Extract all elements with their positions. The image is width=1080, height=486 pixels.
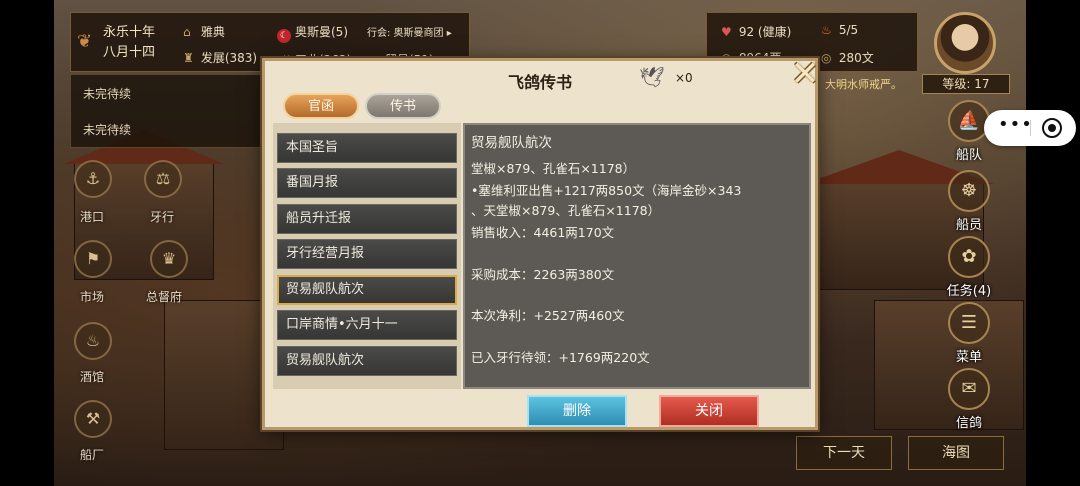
nation-info[interactable]: ☾ 奥斯曼(5) xyxy=(277,23,348,43)
tavern-icon[interactable]: ♨ xyxy=(74,322,112,360)
copper-info: ◎ 280文 xyxy=(821,49,874,66)
crew-button[interactable]: ☸ 船员 xyxy=(944,170,994,233)
copper-value: 280文 xyxy=(838,51,874,65)
message-line: 堂椒×879、孔雀石×1178） xyxy=(471,161,636,176)
close-icon[interactable]: ✕ xyxy=(785,55,825,95)
guild-name: 行会: 奥斯曼商团 xyxy=(367,28,444,39)
pigeon-count: ×0 xyxy=(675,71,693,85)
news-ticker: ，大明水师戒严。 xyxy=(814,78,902,91)
tasks-button[interactable]: ✿ 任务(4) xyxy=(944,236,994,299)
quest-panel: 未完待续 未完待续 xyxy=(70,74,264,148)
pigeon-mail-dialog: 飞鸽传书 🕊 ×0 ✕ 官函 传书 本国圣旨 番国月报 船员升迁报 牙行经营月报… xyxy=(262,55,819,430)
list-item-selected[interactable]: 贸易舰队航次 xyxy=(277,275,457,305)
game-date: 永乐十年 八月十四 xyxy=(103,23,155,63)
bag-icon: ♜ xyxy=(183,51,194,65)
dialog-title: 飞鸽传书 xyxy=(507,73,572,92)
tab-messages[interactable]: 传书 xyxy=(365,93,441,119)
list-item[interactable]: 口岸商情•六月十一 xyxy=(277,310,457,340)
right-letterbox xyxy=(1026,0,1080,486)
nation-name: 奥斯曼(5) xyxy=(295,25,348,39)
message-line: 、天堂椒×879、孔雀石×1178） xyxy=(471,203,661,218)
scale-icon[interactable]: ⚖ xyxy=(144,160,182,198)
flame-icon: ♨ xyxy=(821,23,832,37)
crew-label: 船员 xyxy=(955,218,982,233)
governor-icon[interactable]: ♛ xyxy=(150,240,188,278)
menu-button[interactable]: ☰ 菜单 xyxy=(944,302,994,365)
menu-icon: ☰ xyxy=(948,302,990,344)
ship-count-value: 5/5 xyxy=(838,23,859,37)
miniprogram-capsule: ••• xyxy=(984,110,1076,146)
quest-item[interactable]: 未完待续 xyxy=(83,121,131,138)
pigeon-icon: ✉ xyxy=(948,368,990,410)
crew-icon: ☸ xyxy=(948,170,990,212)
chevron-right-icon: ▸ xyxy=(446,28,452,39)
maple-leaf-icon: ❦ xyxy=(77,31,93,52)
nav-tavern[interactable]: 酒馆 xyxy=(80,368,104,385)
tasks-icon: ✿ xyxy=(948,236,990,278)
nav-shipyard[interactable]: 船厂 xyxy=(80,446,104,463)
guild-info[interactable]: 行会: 奥斯曼商团 ▸ xyxy=(367,24,452,39)
city-info[interactable]: ⌂ 雅典 xyxy=(183,23,225,40)
pigeon-label: 信鸽 xyxy=(955,416,982,431)
message-heading: 贸易舰队航次 xyxy=(471,135,552,151)
player-avatar[interactable] xyxy=(934,12,996,74)
date-year: 永乐十年 xyxy=(103,25,156,40)
list-item[interactable]: 船员升迁报 xyxy=(277,204,457,234)
list-item[interactable]: 番国月报 xyxy=(277,168,457,198)
sea-map-button[interactable]: 海图 xyxy=(908,436,1004,470)
close-button[interactable]: 关闭 xyxy=(659,395,759,427)
tab-official-letters[interactable]: 官函 xyxy=(283,93,359,119)
anchor-icon[interactable]: ⚓ xyxy=(74,160,112,198)
nav-trade[interactable]: 牙行 xyxy=(150,208,174,225)
fleet-label: 船队 xyxy=(955,148,982,163)
nav-market[interactable]: 市场 xyxy=(80,288,104,305)
development-value: 发展(383) xyxy=(200,51,258,65)
date-day: 八月十四 xyxy=(103,45,156,60)
pigeon-icon: 🕊 xyxy=(639,65,665,89)
city-icon: ⌂ xyxy=(183,25,191,39)
city-name: 雅典 xyxy=(200,25,225,39)
menu-label: 菜单 xyxy=(955,350,982,365)
exit-icon[interactable] xyxy=(1042,118,1062,138)
message-line: 采购成本：2263两380文 xyxy=(471,267,615,282)
capsule-divider xyxy=(1030,120,1031,136)
message-line: 本次净利：+2527两460文 xyxy=(471,308,625,323)
message-list: 本国圣旨 番国月报 船员升迁报 牙行经营月报 贸易舰队航次 口岸商情•六月十一 … xyxy=(273,123,461,389)
shipyard-icon[interactable]: ⚒ xyxy=(74,400,112,438)
list-item[interactable]: 本国圣旨 xyxy=(277,133,457,163)
heart-icon: ♥ xyxy=(721,25,732,39)
nav-governor[interactable]: 总督府 xyxy=(146,288,182,305)
quest-item[interactable]: 未完待续 xyxy=(83,85,131,102)
ship-icon: ⛵ xyxy=(948,100,990,142)
health-value: 92 (健康) xyxy=(738,25,792,39)
more-icon[interactable]: ••• xyxy=(998,114,1033,135)
health-info: ♥ 92 (健康) xyxy=(721,23,791,40)
delete-button[interactable]: 删除 xyxy=(527,395,627,427)
development-info: ♜ 发展(383) xyxy=(183,49,257,66)
list-item[interactable]: 贸易舰队航次 xyxy=(277,346,457,376)
ottoman-flag-icon: ☾ xyxy=(277,29,291,43)
message-line: 已入牙行待领：+1769两220文 xyxy=(471,350,650,365)
nav-port[interactable]: 港口 xyxy=(80,208,104,225)
message-line: •塞维利亚出售+1217两850文（海岸金砂×343 xyxy=(471,183,742,198)
market-icon[interactable]: ⚑ xyxy=(74,240,112,278)
level-badge: 等级: 17 xyxy=(922,74,1010,94)
message-line: 销售收入：4461两170文 xyxy=(471,225,615,240)
left-letterbox xyxy=(0,0,54,486)
ship-count-info: ♨ 5/5 xyxy=(821,23,858,37)
next-day-button[interactable]: 下一天 xyxy=(796,436,892,470)
tasks-label: 任务(4) xyxy=(946,284,992,299)
message-content: 贸易舰队航次 堂椒×879、孔雀石×1178） •塞维利亚出售+1217两850… xyxy=(463,123,811,389)
list-item[interactable]: 牙行经营月报 xyxy=(277,239,457,269)
pigeon-button[interactable]: ✉ 信鸽 xyxy=(944,368,994,431)
